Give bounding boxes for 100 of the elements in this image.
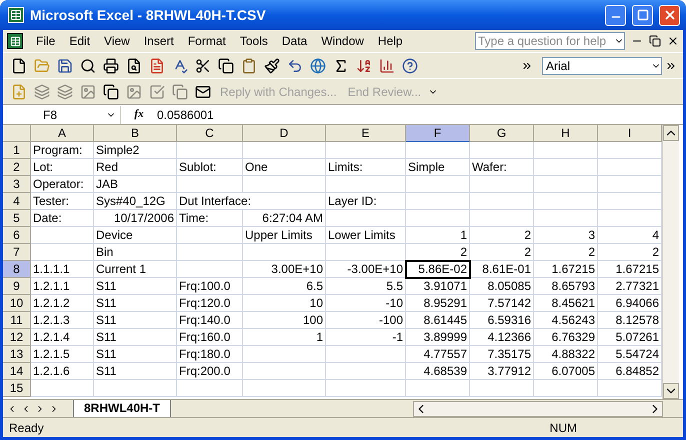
table-cell[interactable]: Frq:200.0 xyxy=(177,363,243,380)
menu-item[interactable]: Format xyxy=(180,32,233,50)
table-cell[interactable] xyxy=(534,380,598,397)
table-cell[interactable]: Operator: xyxy=(31,176,94,193)
column-header[interactable]: I xyxy=(598,125,662,142)
column-header[interactable]: C xyxy=(177,125,243,142)
table-cell[interactable]: 3.77912 xyxy=(470,363,534,380)
formula-field[interactable]: 0.0586001 xyxy=(157,106,683,124)
table-cell[interactable]: Layer ID: xyxy=(326,193,406,210)
table-cell[interactable]: 2 xyxy=(470,244,534,261)
table-cell[interactable]: S11 xyxy=(94,295,177,312)
row-header[interactable]: 2 xyxy=(3,159,31,176)
table-cell[interactable]: 4.88322 xyxy=(534,346,598,363)
table-cell[interactable]: Date: xyxy=(31,210,94,227)
row-header[interactable]: 1 xyxy=(3,142,31,159)
table-cell[interactable] xyxy=(470,176,534,193)
help-field[interactable]: Type a question for help xyxy=(475,32,625,50)
scroll-down-icon[interactable] xyxy=(663,383,679,399)
table-cell[interactable]: 1 xyxy=(243,329,326,346)
table-cell[interactable]: 1 xyxy=(406,227,470,244)
table-cell[interactable]: 1.2.1.6 xyxy=(31,363,94,380)
column-header[interactable]: D xyxy=(243,125,326,142)
table-cell[interactable] xyxy=(326,244,406,261)
table-cell[interactable]: 8.45621 xyxy=(534,295,598,312)
scroll-up-icon[interactable] xyxy=(663,125,679,141)
table-cell[interactable]: 1.2.1.5 xyxy=(31,346,94,363)
printer-icon[interactable] xyxy=(101,56,121,76)
table-cell[interactable]: 10/17/2006 xyxy=(94,210,177,227)
table-cell[interactable]: 1.2.1.2 xyxy=(31,295,94,312)
table-cell[interactable] xyxy=(31,227,94,244)
table-cell[interactable]: 4.77557 xyxy=(406,346,470,363)
table-cell[interactable]: Current 1 xyxy=(94,261,177,278)
column-header[interactable]: H xyxy=(534,125,598,142)
table-cell[interactable] xyxy=(326,142,406,159)
menu-item[interactable]: Window xyxy=(314,32,371,50)
close-icon[interactable] xyxy=(667,35,679,47)
table-cell[interactable]: Device xyxy=(94,227,177,244)
table-cell[interactable] xyxy=(177,227,243,244)
table-cell[interactable] xyxy=(243,380,326,397)
table-cell[interactable] xyxy=(326,363,406,380)
column-header[interactable]: G xyxy=(470,125,534,142)
menu-item[interactable]: Edit xyxy=(62,32,98,50)
table-cell[interactable] xyxy=(326,176,406,193)
maximize-button[interactable] xyxy=(632,4,653,26)
table-cell[interactable]: One xyxy=(243,159,326,176)
table-cell[interactable]: Tester: xyxy=(31,193,94,210)
table-cell[interactable]: 5.5 xyxy=(326,278,406,295)
table-cell[interactable]: -100 xyxy=(326,312,406,329)
table-cell[interactable] xyxy=(94,380,177,397)
row-header[interactable]: 5 xyxy=(3,210,31,227)
row-header[interactable]: 15 xyxy=(3,380,31,397)
table-cell[interactable]: Limits: xyxy=(326,159,406,176)
corner-header[interactable] xyxy=(3,125,31,142)
table-cell[interactable]: 6:27:04 AM xyxy=(243,210,326,227)
table-cell[interactable] xyxy=(326,380,406,397)
table-cell[interactable]: Lower Limits xyxy=(326,227,406,244)
table-cell[interactable] xyxy=(406,176,470,193)
table-cell[interactable]: Frq:100.0 xyxy=(177,278,243,295)
row-header[interactable]: 11 xyxy=(3,312,31,329)
table-cell[interactable]: 8.61445 xyxy=(406,312,470,329)
table-cell[interactable]: 2 xyxy=(470,227,534,244)
table-cell[interactable] xyxy=(243,142,326,159)
row-header[interactable]: 4 xyxy=(3,193,31,210)
table-cell[interactable]: Simple2 xyxy=(94,142,177,159)
row-header[interactable]: 13 xyxy=(3,346,31,363)
table-cell[interactable] xyxy=(243,244,326,261)
table-cell[interactable]: S11 xyxy=(94,346,177,363)
menu-item[interactable]: File xyxy=(29,32,62,50)
sheet-tab[interactable]: 8RHWL40H-T xyxy=(73,400,172,418)
table-cell[interactable]: 3.00E+10 xyxy=(243,261,326,278)
column-header[interactable]: E xyxy=(326,125,406,142)
table-cell[interactable]: 4.68539 xyxy=(406,363,470,380)
globe-icon[interactable] xyxy=(308,56,328,76)
table-cell[interactable] xyxy=(177,380,243,397)
table-cell[interactable]: 4.12366 xyxy=(470,329,534,346)
table-cell[interactable] xyxy=(534,159,598,176)
table-cell[interactable] xyxy=(470,193,534,210)
table-cell[interactable]: Dut Interface: xyxy=(177,193,326,210)
column-header[interactable]: F xyxy=(406,125,470,142)
table-cell[interactable]: 8.65793 xyxy=(534,278,598,295)
table-cell[interactable] xyxy=(470,380,534,397)
table-cell[interactable] xyxy=(177,244,243,261)
restore-icon[interactable] xyxy=(649,35,661,47)
table-cell[interactable]: 8.05085 xyxy=(470,278,534,295)
copy-icon[interactable] xyxy=(101,82,121,102)
table-cell[interactable]: -10 xyxy=(326,295,406,312)
horizontal-scrollbar[interactable] xyxy=(413,400,663,416)
table-cell[interactable] xyxy=(31,244,94,261)
table-cell[interactable]: Frq:140.0 xyxy=(177,312,243,329)
table-cell[interactable] xyxy=(177,176,243,193)
table-cell[interactable]: 2 xyxy=(406,244,470,261)
table-cell[interactable]: 100 xyxy=(243,312,326,329)
table-cell[interactable] xyxy=(243,346,326,363)
table-cell[interactable]: JAB xyxy=(94,176,177,193)
table-cell[interactable] xyxy=(534,210,598,227)
table-cell[interactable]: S11 xyxy=(94,363,177,380)
row-header[interactable]: 12 xyxy=(3,329,31,346)
table-cell[interactable]: Sys#40_12G xyxy=(94,193,177,210)
table-cell[interactable]: 6.07005 xyxy=(534,363,598,380)
row-header[interactable]: 3 xyxy=(3,176,31,193)
